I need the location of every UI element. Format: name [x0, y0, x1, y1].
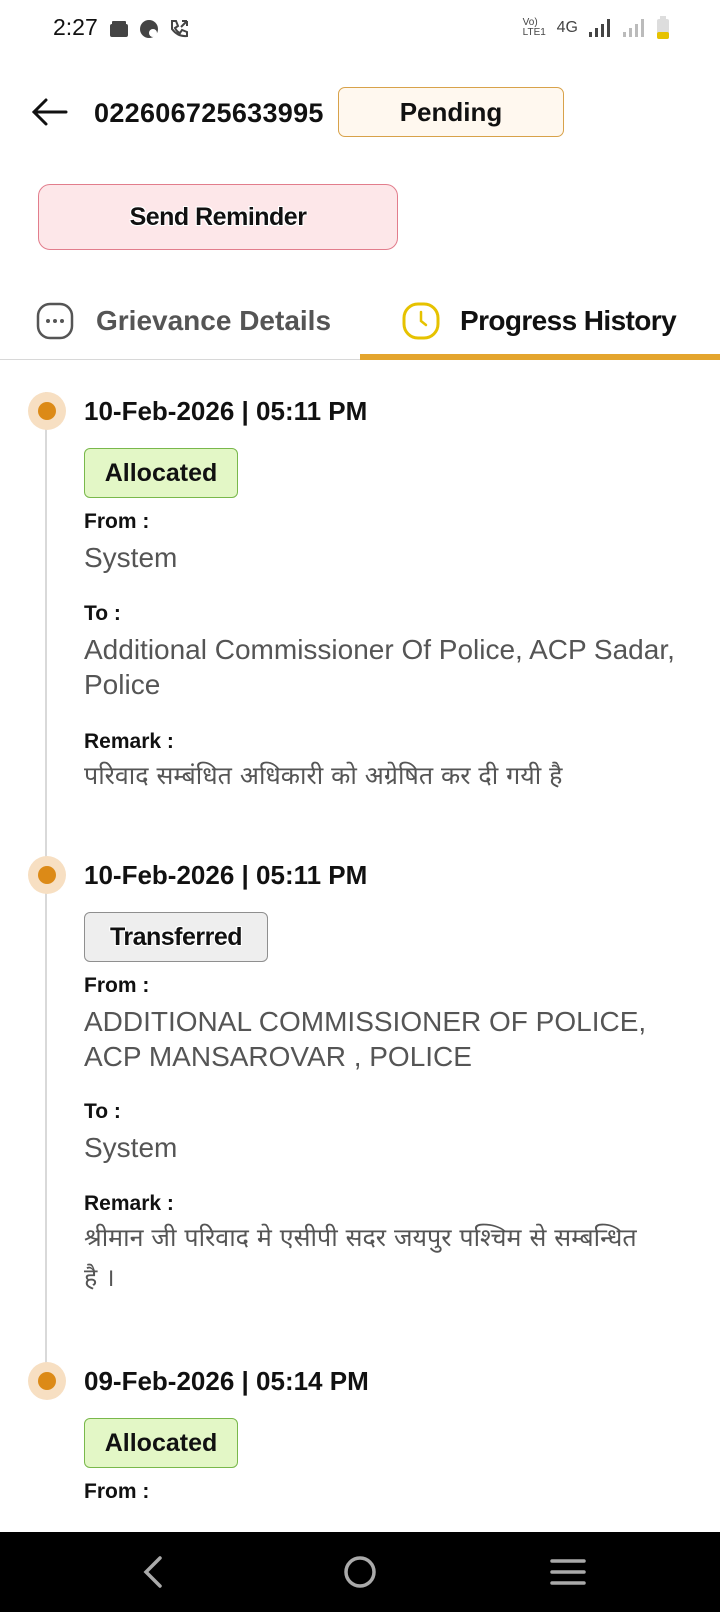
- notification-icons: [108, 18, 190, 40]
- nav-back-icon[interactable]: [130, 1552, 178, 1592]
- system-indicators: Vo) LTE1 4G: [523, 16, 670, 40]
- battery-icon: [657, 16, 669, 39]
- tab-bar: Grievance Details Progress History: [0, 282, 720, 360]
- clock-icon: [402, 302, 440, 340]
- entry-datetime: 10-Feb-2026 | 05:11 PM: [84, 860, 368, 890]
- signal-icon: [589, 19, 610, 37]
- entry-status-badge: Transferred: [84, 912, 268, 962]
- back-arrow-icon[interactable]: [24, 90, 74, 134]
- tab-label: Progress History: [460, 305, 677, 336]
- entry-datetime: 09-Feb-2026 | 05:14 PM: [84, 1366, 369, 1396]
- tab-progress-history[interactable]: Progress History: [360, 282, 720, 360]
- from-label: From :: [84, 510, 150, 533]
- progress-timeline[interactable]: 10-Feb-2026 | 05:11 PM Allocated From : …: [0, 362, 720, 1532]
- entry-datetime: 10-Feb-2026 | 05:11 PM: [84, 396, 368, 426]
- nav-menu-icon[interactable]: [544, 1552, 592, 1592]
- from-label: From :: [84, 1480, 150, 1503]
- grievance-id: 022606725633995: [94, 98, 324, 128]
- dots-chat-icon: [36, 302, 74, 340]
- from-value: ADDITIONAL COMMISSIONER OF POLICE, ACP M…: [84, 1006, 647, 1072]
- active-tab-indicator: [360, 354, 720, 360]
- entry-status-badge: Allocated: [84, 448, 238, 498]
- to-value: Additional Commissioner Of Police, ACP S…: [84, 634, 675, 700]
- signal-icon: [623, 19, 644, 37]
- send-reminder-button[interactable]: Send Reminder: [38, 184, 398, 250]
- from-label: From :: [84, 974, 150, 997]
- remark-label: Remark :: [84, 730, 174, 753]
- remark-label: Remark :: [84, 1192, 174, 1215]
- chat-icon: [140, 20, 158, 38]
- tab-grievance-details[interactable]: Grievance Details: [36, 282, 360, 360]
- remark-value: परिवाद सम्बंधित अधिकारी को अग्रेषित कर द…: [84, 761, 563, 790]
- timeline-dot: [28, 392, 66, 430]
- timeline-dot: [28, 856, 66, 894]
- tab-label: Grievance Details: [96, 305, 332, 336]
- entry-status-badge: Allocated: [84, 1418, 238, 1468]
- status-badge: Pending: [338, 87, 564, 137]
- volte-indicator: Vo) LTE1: [522, 17, 546, 38]
- call-icon: [171, 20, 188, 38]
- status-time: 2:27: [53, 14, 98, 40]
- to-label: To :: [84, 1100, 121, 1123]
- header: 022606725633995 Pending: [0, 80, 720, 146]
- nav-home-icon[interactable]: [336, 1552, 384, 1592]
- wallet-icon: [110, 21, 128, 37]
- remark-value: श्रीमान जी परिवाद मे एसीपी सदर जयपुर पश्…: [84, 1223, 637, 1292]
- to-label: To :: [84, 602, 121, 625]
- to-value: System: [84, 1132, 178, 1163]
- system-nav-bar: [0, 1532, 720, 1612]
- timeline-dot: [28, 1362, 66, 1400]
- status-bar: 2:27 Vo) LTE1 4G: [0, 0, 720, 60]
- from-value: System: [84, 542, 178, 573]
- network-type: 4G: [556, 19, 578, 36]
